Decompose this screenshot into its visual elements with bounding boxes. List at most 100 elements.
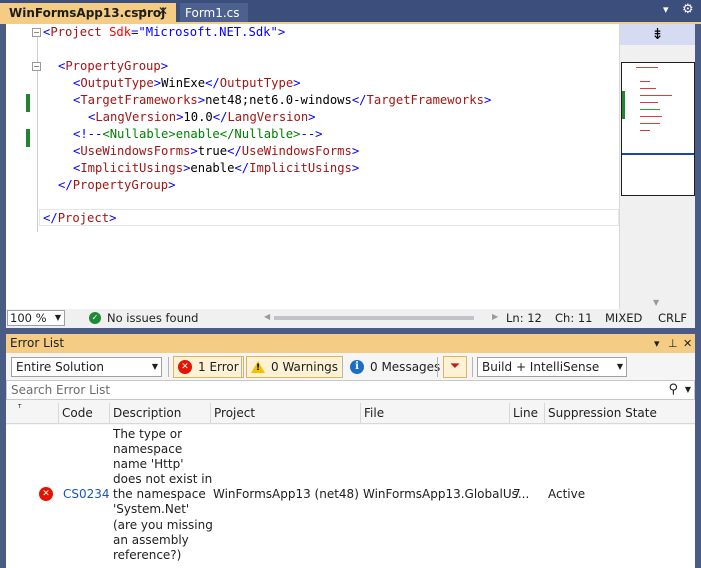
minimap-caret-line [622, 153, 694, 155]
minimap[interactable] [621, 62, 695, 196]
info-icon: i [350, 360, 364, 374]
tab-form1[interactable]: Form1.cs [180, 3, 248, 22]
vertical-scrollbar-minimap[interactable]: ⇟ ▼ [619, 24, 695, 309]
scope-select[interactable]: Entire Solution ▼ [11, 357, 162, 377]
error-suppression-state: Active [548, 487, 586, 501]
code-line-8: <UseWindowsForms>true</UseWindowsForms> [73, 144, 360, 158]
window-position-icon[interactable]: ▾ [654, 334, 660, 353]
collapse-propertygroup-icon[interactable]: − [32, 62, 41, 71]
error-list-title: Error List [10, 336, 65, 350]
minimap-line [640, 102, 658, 103]
filter-funnel-icon[interactable]: ⏷ [443, 356, 467, 378]
col-header-file[interactable]: File [360, 403, 509, 424]
collapse-project-icon[interactable]: − [32, 28, 41, 37]
close-icon[interactable]: ✕ [683, 334, 692, 353]
zoom-select[interactable]: 100 % ▼ [7, 310, 65, 326]
change-marker [26, 94, 30, 112]
code-line-5: <TargetFrameworks>net48;net6.0-windows</… [73, 93, 492, 107]
chevron-down-icon: ▼ [151, 362, 158, 371]
error-grid-header: ᵀ Code Description Project File Line Sup… [6, 403, 695, 424]
warning-icon: ! [251, 361, 265, 373]
error-grid-body: ✕ CS0234 The type or namespace name 'Htt… [6, 425, 695, 568]
minimap-line [640, 123, 660, 124]
code-line-3: <PropertyGroup> [58, 59, 169, 73]
search-icon[interactable]: ⚲ [668, 381, 678, 399]
dropdown-icon[interactable]: ▾ [663, 3, 669, 16]
pin-icon[interactable]: ⊸ [137, 4, 146, 17]
code-line-10: </PropertyGroup> [58, 178, 176, 192]
minimap-line [640, 95, 672, 96]
line-indicator[interactable]: Ln: 12 [506, 311, 542, 325]
build-filter-select[interactable]: Build + IntelliSense ▼ [477, 357, 627, 377]
error-list-toolbar: Entire Solution ▼ ✕ 1 Error ! 0 Warnings… [6, 353, 695, 379]
warnings-filter-button[interactable]: ! 0 Warnings [246, 356, 344, 378]
messages-filter-label: 0 Messages [370, 360, 441, 374]
line-ending-indicator[interactable]: CRLF [658, 311, 687, 325]
code-line-12: </Project> [43, 211, 117, 225]
document-tab-bar: WinFormsApp13.csproj ⊸ ✕ Form1.cs ▾ ⚙ [0, 0, 701, 22]
scroll-down-icon[interactable]: ▼ [653, 298, 659, 307]
tabs-indicator[interactable]: MIXED [605, 311, 642, 325]
code-line-1: <Project Sdk="Microsoft.NET.Sdk"> [43, 25, 286, 39]
issues-indicator[interactable]: ✓ No issues found [89, 311, 198, 325]
split-icon[interactable]: ⇟ [620, 24, 695, 45]
change-marker [26, 129, 30, 147]
error-list-title-bar: Error List ▾ ⊥ ✕ [6, 334, 695, 353]
horizontal-scroll-thumb[interactable] [274, 316, 474, 320]
error-list-panel: Entire Solution ▼ ✕ 1 Error ! 0 Warnings… [6, 353, 695, 568]
ok-check-icon: ✓ [89, 312, 101, 324]
minimap-line [640, 88, 656, 89]
separator [437, 357, 438, 377]
scroll-left-icon[interactable]: ◀ [264, 312, 270, 321]
current-line-highlight [39, 209, 619, 226]
error-icon: ✕ [178, 360, 192, 374]
code-line-9: <ImplicitUsings>enable</ImplicitUsings> [73, 161, 360, 175]
scope-value: Entire Solution [16, 360, 104, 374]
column-filter-icon: ᵀ [18, 404, 22, 414]
minimap-line [640, 130, 650, 131]
separator [168, 357, 169, 377]
error-file[interactable]: WinFormsApp13.GlobalUs... [363, 487, 529, 501]
errors-filter-label: 1 Error [198, 360, 239, 374]
close-icon[interactable]: ✕ [158, 4, 168, 18]
col-header-suppression[interactable]: Suppression State [544, 403, 692, 424]
build-filter-value: Build + IntelliSense [482, 360, 600, 374]
zoom-value: 100 % [10, 311, 47, 325]
error-line: 7 [513, 487, 521, 501]
tab-csproj[interactable]: WinFormsApp13.csproj ⊸ ✕ [0, 3, 176, 22]
col-header-project[interactable]: Project [210, 403, 360, 424]
col-header-line[interactable]: Line [509, 403, 544, 424]
search-placeholder: Search Error List [11, 383, 111, 397]
messages-filter-button[interactable]: i 0 Messages [346, 356, 444, 378]
pin-icon[interactable]: ⊥ [668, 334, 678, 353]
code-line-4: <OutputType>WinExe</OutputType> [73, 76, 301, 90]
errors-filter-button[interactable]: ✕ 1 Error [173, 356, 244, 378]
error-icon: ✕ [39, 487, 53, 501]
col-header-code[interactable]: Code [58, 403, 109, 424]
minimap-line [636, 67, 658, 68]
chevron-down-icon[interactable]: ▼ [685, 381, 691, 399]
chevron-down-icon: ▼ [54, 313, 61, 322]
col-header-filter[interactable]: ᵀ [6, 403, 34, 424]
separator [342, 357, 343, 377]
minimap-line [640, 109, 660, 110]
scroll-right-icon[interactable]: ▶ [492, 312, 498, 321]
separator [472, 357, 473, 377]
code-editor[interactable]: − − <Project Sdk="Microsoft.NET.Sdk"> <P… [6, 24, 619, 309]
issues-text: No issues found [107, 311, 199, 325]
minimap-line [640, 81, 650, 82]
col-header-description[interactable]: Description [109, 403, 210, 424]
minimap-line [640, 116, 662, 117]
gear-icon[interactable]: ⚙ [682, 2, 694, 17]
chevron-down-icon: ▼ [616, 362, 623, 371]
warnings-filter-label: 0 Warnings [271, 360, 339, 374]
separator [241, 357, 242, 377]
code-line-7: <!--<Nullable>enable</Nullable>--> [73, 127, 323, 141]
error-code-link[interactable]: CS0234 [63, 487, 110, 501]
column-indicator[interactable]: Ch: 11 [555, 311, 592, 325]
table-row[interactable]: ✕ CS0234 The type or namespace name 'Htt… [6, 425, 695, 565]
code-line-6: <LangVersion>10.0</LangVersion> [88, 110, 316, 124]
minimap-change-marker [622, 91, 625, 119]
search-input[interactable]: Search Error List ⚲ ▼ [6, 380, 695, 400]
error-description: The type or namespace name 'Http' does n… [113, 427, 213, 562]
